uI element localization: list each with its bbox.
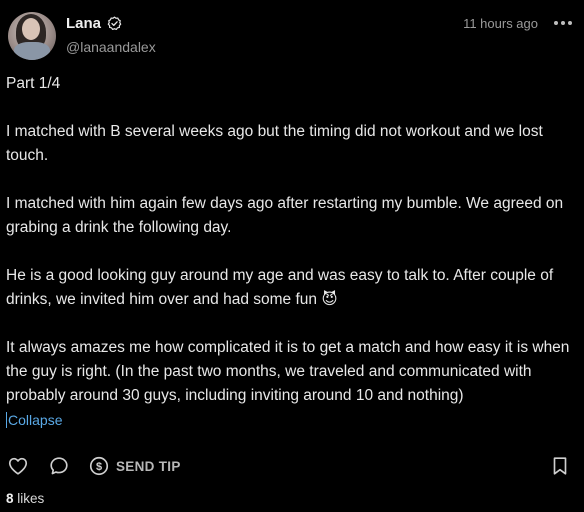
post-timestamp[interactable]: 11 hours ago bbox=[463, 16, 538, 31]
bookmark-button[interactable] bbox=[550, 452, 570, 480]
post-header: Lana @lanaandalex 11 hours ago bbox=[0, 0, 584, 70]
like-button[interactable] bbox=[7, 452, 29, 480]
author-display-name[interactable]: Lana bbox=[66, 15, 101, 32]
more-dot bbox=[554, 21, 558, 25]
likes-label: likes bbox=[17, 491, 45, 506]
comment-icon bbox=[50, 457, 68, 475]
author-name-row[interactable]: Lana bbox=[66, 13, 122, 33]
post-paragraph: I matched with B several weeks ago but t… bbox=[6, 123, 543, 164]
collapse-link[interactable]: Collapse bbox=[6, 412, 62, 428]
svg-text:$: $ bbox=[96, 461, 102, 473]
post-body: Part 1/4 I matched with B several weeks … bbox=[6, 72, 572, 408]
post-paragraph: It always amazes me how complicated it i… bbox=[6, 339, 570, 404]
author-handle[interactable]: @lanaandalex bbox=[66, 39, 156, 55]
more-horizontal-icon[interactable] bbox=[554, 20, 572, 26]
avatar[interactable] bbox=[8, 12, 56, 60]
likes-number: 8 bbox=[6, 491, 14, 506]
heart-icon bbox=[8, 457, 28, 475]
post-paragraph: Part 1/4 bbox=[6, 75, 61, 92]
avatar-body bbox=[14, 42, 50, 60]
verified-icon bbox=[107, 16, 122, 30]
more-dot bbox=[568, 21, 572, 25]
post-actions: $ SEND TIP bbox=[0, 452, 584, 480]
bookmark-icon bbox=[553, 457, 567, 475]
post-paragraph: I matched with him again few days ago af… bbox=[6, 195, 564, 236]
more-dot bbox=[561, 21, 565, 25]
comment-button[interactable] bbox=[48, 452, 70, 480]
avatar-face bbox=[22, 18, 40, 40]
post-paragraph: He is a good looking guy around my age a… bbox=[6, 267, 554, 308]
send-tip-label: SEND TIP bbox=[116, 458, 181, 474]
dollar-circle-icon: $ bbox=[89, 456, 109, 476]
likes-count[interactable]: 8 likes bbox=[6, 491, 44, 506]
post-card: Lana @lanaandalex 11 hours ago Part 1/4 … bbox=[0, 0, 584, 512]
send-tip-button[interactable]: $ SEND TIP bbox=[88, 452, 181, 480]
